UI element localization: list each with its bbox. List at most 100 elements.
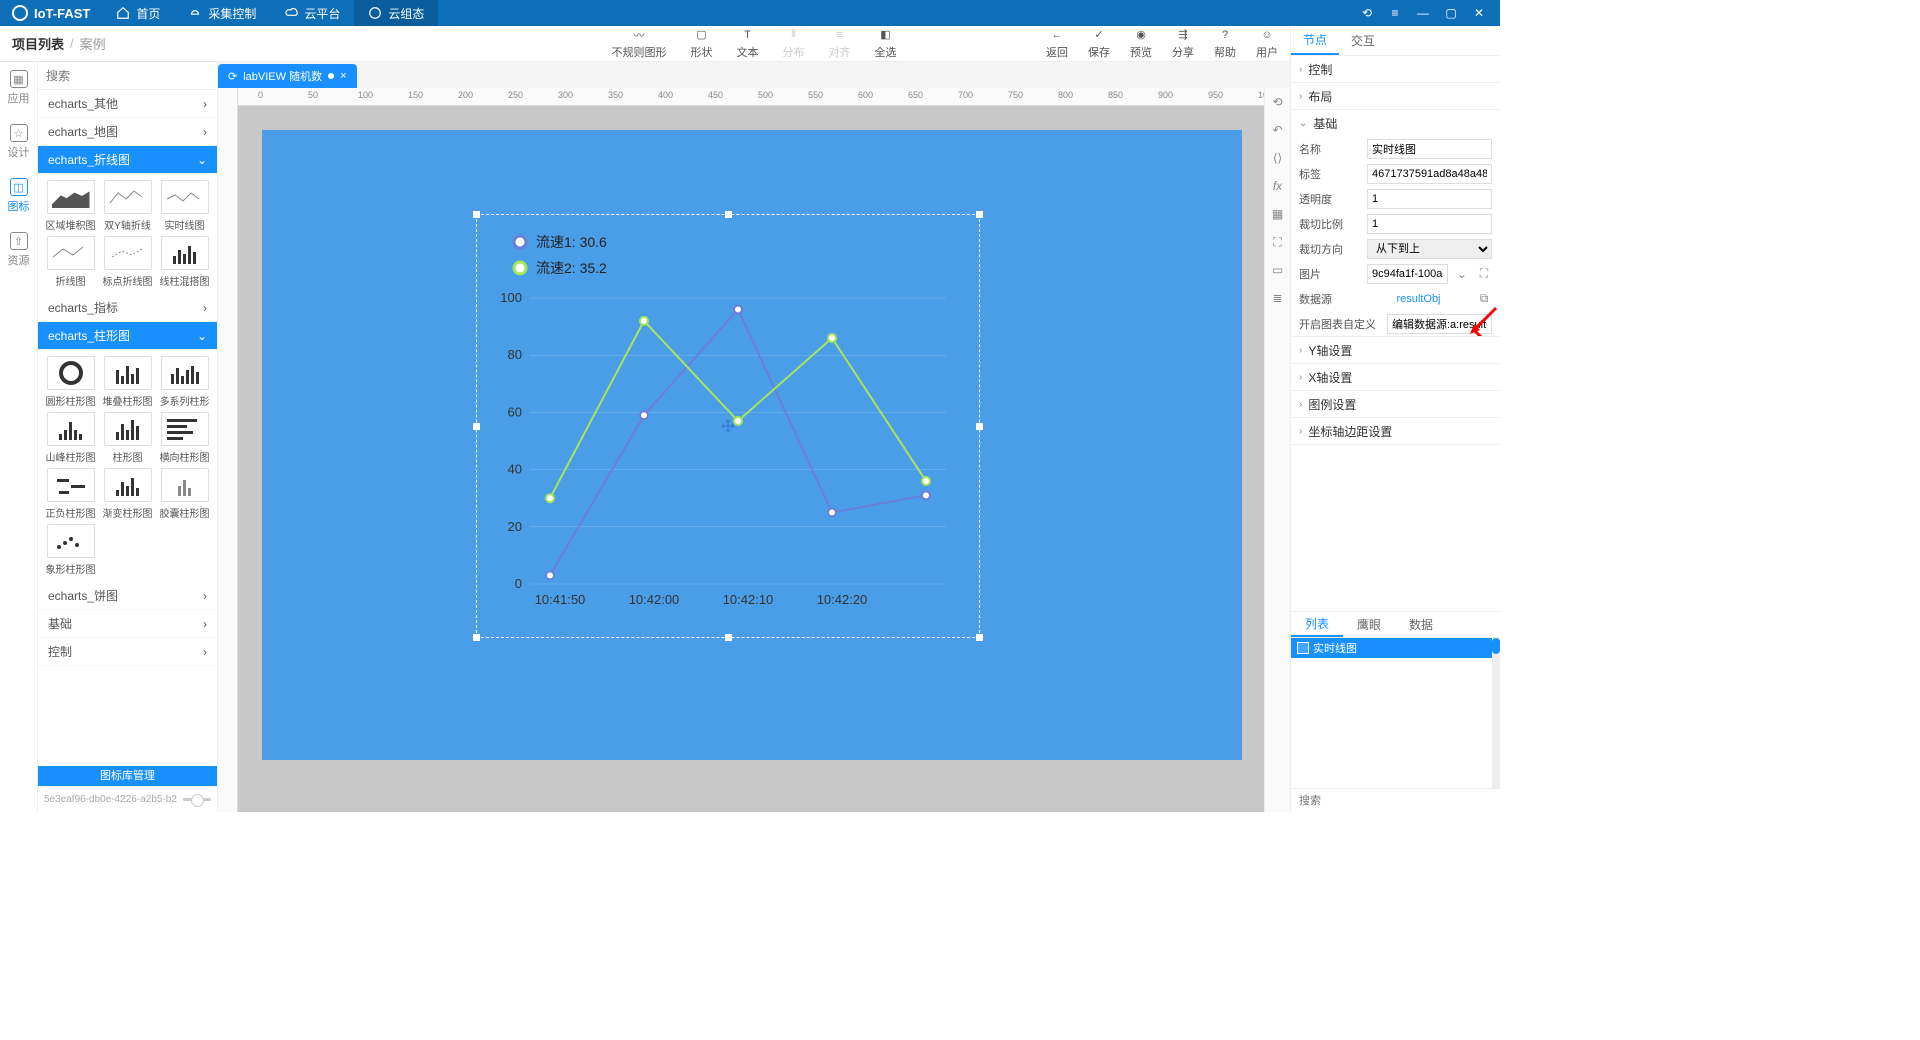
doc-tab-active[interactable]: ⟳ labVIEW 随机数 × <box>218 64 357 88</box>
cat-pie[interactable]: echarts_饼图› <box>38 582 217 610</box>
lib-item-multibar[interactable]: 多系列柱形 <box>158 356 211 408</box>
cat-map[interactable]: echarts_地图› <box>38 118 217 146</box>
rail-app[interactable]: ▦应用 <box>8 70 30 106</box>
section-yaxis[interactable]: ›Y轴设置 <box>1291 337 1500 363</box>
library-id-field[interactable] <box>44 794 177 805</box>
lib-item-stackbar[interactable]: 堆叠柱形图 <box>101 356 154 408</box>
opacity-input[interactable] <box>1367 189 1492 209</box>
action-preview[interactable]: ◉预览 <box>1130 28 1152 60</box>
ruler-icon[interactable]: ▭ <box>1270 262 1286 278</box>
tool-text[interactable]: T文本 <box>737 28 759 60</box>
datasource-link[interactable]: resultObj <box>1367 293 1470 305</box>
lib-item-hbar[interactable]: 横向柱形图 <box>158 412 211 464</box>
canvas-viewport[interactable]: 02040608010010:41:5010:42:0010:42:1010:4… <box>238 106 1264 812</box>
crop-dir-select[interactable]: 从下到上 <box>1367 239 1492 259</box>
logo-icon <box>12 5 28 21</box>
section-control[interactable]: ›控制 <box>1291 56 1500 82</box>
chart-object[interactable]: 02040608010010:41:5010:42:0010:42:1010:4… <box>480 218 976 634</box>
fx-icon[interactable]: fx <box>1270 178 1286 194</box>
lib-item-line[interactable]: 折线图 <box>44 236 97 288</box>
layer-item[interactable]: 实时线图 <box>1291 638 1500 658</box>
library-manage-button[interactable]: 图标库管理 <box>38 766 217 786</box>
lib-item-capsulebar[interactable]: 胶囊柱形图 <box>158 468 211 520</box>
section-grid[interactable]: ›坐标轴边距设置 <box>1291 418 1500 444</box>
chevron-right-icon: › <box>1299 64 1302 75</box>
lib-item-pictbar[interactable]: 象形柱形图 <box>44 524 97 576</box>
name-input[interactable] <box>1367 139 1492 159</box>
menu-icon[interactable]: ≡ <box>1388 6 1402 20</box>
grid-icon[interactable]: ▦ <box>1270 206 1286 222</box>
breadcrumb-root[interactable]: 项目列表 <box>12 34 64 53</box>
layers-icon[interactable]: ≣ <box>1270 290 1286 306</box>
close-tab-icon[interactable]: × <box>340 70 346 82</box>
cat-bar[interactable]: echarts_柱形图⌄ <box>38 322 217 350</box>
bottom-tab-data[interactable]: 数据 <box>1395 612 1447 637</box>
lib-item-circlebar[interactable]: 圆形柱形图 <box>44 356 97 408</box>
library-search-input[interactable] <box>38 62 217 89</box>
chevron-down-icon: ⌄ <box>197 153 207 167</box>
tool-shape[interactable]: ▢形状 <box>691 28 713 60</box>
back-icon: ← <box>1048 28 1066 42</box>
layer-search-input[interactable] <box>1291 789 1500 812</box>
tag-input[interactable] <box>1367 164 1492 184</box>
nav-home[interactable]: 首页 <box>102 0 174 26</box>
minimize-icon[interactable]: — <box>1416 6 1430 20</box>
crop-ratio-input[interactable] <box>1367 214 1492 234</box>
rail-resource[interactable]: ⇧资源 <box>8 232 30 268</box>
tool-freeform[interactable]: 〰不规则图形 <box>612 28 667 60</box>
lib-item-bar[interactable]: 柱形图 <box>101 412 154 464</box>
lib-item-realtime[interactable]: 实时线图 <box>158 180 211 232</box>
canvas[interactable]: 02040608010010:41:5010:42:0010:42:1010:4… <box>262 130 1242 760</box>
expand-icon[interactable]: ⛶ <box>1476 266 1492 281</box>
zoom-slider[interactable] <box>183 798 211 801</box>
chevron-down-icon[interactable]: ⌄ <box>1454 267 1470 281</box>
action-save[interactable]: ✓保存 <box>1088 28 1110 60</box>
chevron-right-icon: › <box>1299 399 1302 410</box>
inspector-tab-node[interactable]: 节点 <box>1291 26 1339 55</box>
bottom-tab-eagle[interactable]: 鹰眼 <box>1343 612 1395 637</box>
chevron-right-icon: › <box>203 301 207 315</box>
scrollbar[interactable] <box>1492 638 1500 788</box>
lib-item-area[interactable]: 区域堆积图 <box>44 180 97 232</box>
rail-design[interactable]: ☆设计 <box>8 124 30 160</box>
undo-icon[interactable]: ↶ <box>1270 122 1286 138</box>
refresh-icon[interactable]: ⟲ <box>1270 94 1286 110</box>
lib-item-markline[interactable]: 标点折线图 <box>101 236 154 288</box>
section-xaxis[interactable]: ›X轴设置 <box>1291 364 1500 390</box>
bottom-tab-list[interactable]: 列表 <box>1291 612 1343 637</box>
cat-metric[interactable]: echarts_指标› <box>38 294 217 322</box>
nav-acquisition[interactable]: 采集控制 <box>174 0 270 26</box>
shape-icon: ▢ <box>693 28 711 42</box>
lib-item-dualy[interactable]: 双Y轴折线 <box>101 180 154 232</box>
lib-item-peakbar[interactable]: 山峰柱形图 <box>44 412 97 464</box>
cat-other[interactable]: echarts_其他› <box>38 90 217 118</box>
cat-basic[interactable]: 基础› <box>38 610 217 638</box>
cat-control[interactable]: 控制› <box>38 638 217 666</box>
breadcrumb-leaf[interactable]: 案例 <box>80 34 106 53</box>
action-share[interactable]: ⇶分享 <box>1172 28 1194 60</box>
action-help[interactable]: ?帮助 <box>1214 28 1236 60</box>
sync-icon[interactable]: ⟲ <box>1360 6 1374 20</box>
section-legend[interactable]: ›图例设置 <box>1291 391 1500 417</box>
lib-item-linebar[interactable]: 线柱混搭图 <box>158 236 211 288</box>
bottom-panel: 列表 鹰眼 数据 实时线图 <box>1291 611 1500 812</box>
nav-cloud-config[interactable]: 云组态 <box>354 0 438 26</box>
close-icon[interactable]: ✕ <box>1472 6 1486 20</box>
inspector-tab-interact[interactable]: 交互 <box>1339 26 1387 55</box>
action-user[interactable]: ☺用户 <box>1256 28 1278 60</box>
link-icon[interactable]: ⧉ <box>1476 291 1492 306</box>
fit-icon[interactable]: ⛶ <box>1270 234 1286 250</box>
library-search[interactable] <box>38 62 217 90</box>
action-back[interactable]: ←返回 <box>1046 28 1068 60</box>
section-layout[interactable]: ›布局 <box>1291 83 1500 109</box>
maximize-icon[interactable]: ▢ <box>1444 6 1458 20</box>
lib-item-gradbar[interactable]: 渐变柱形图 <box>101 468 154 520</box>
tool-selectall[interactable]: ◧全选 <box>875 28 897 60</box>
image-input[interactable] <box>1367 264 1448 284</box>
cat-line[interactable]: echarts_折线图⌄ <box>38 146 217 174</box>
rail-chart[interactable]: ◫图标 <box>8 178 30 214</box>
nav-cloud-platform[interactable]: 云平台 <box>270 0 354 26</box>
lib-item-pnbar[interactable]: 正负柱形图 <box>44 468 97 520</box>
section-basic[interactable]: ⌄基础 <box>1291 110 1500 136</box>
code-icon[interactable]: ⟨⟩ <box>1270 150 1286 166</box>
